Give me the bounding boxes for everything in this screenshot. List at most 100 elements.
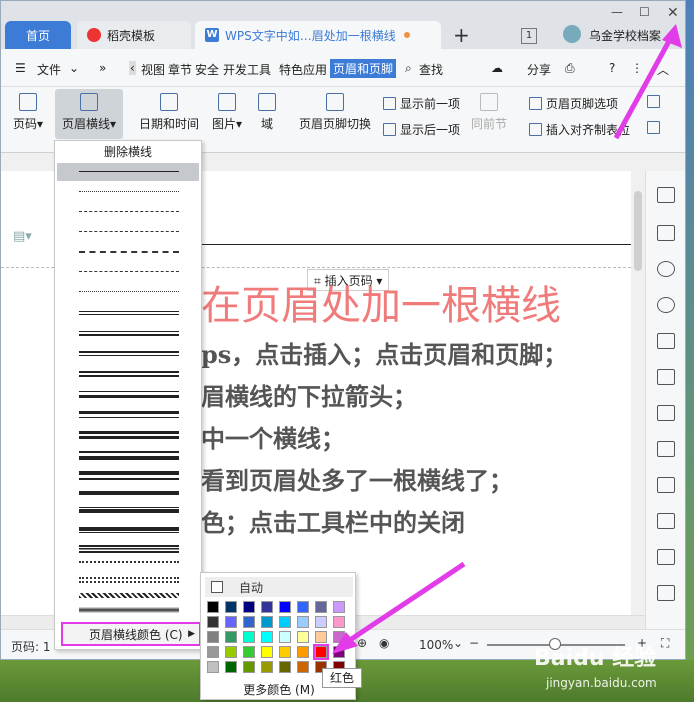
line-style-hatched[interactable] bbox=[79, 593, 179, 598]
line-style-emboss[interactable] bbox=[79, 607, 179, 613]
vertical-scroll-thumb[interactable] bbox=[634, 191, 642, 271]
menu-special[interactable]: 特色应用 bbox=[279, 61, 327, 78]
line-style-dashed-long[interactable] bbox=[79, 251, 179, 253]
line-style-double-thick[interactable] bbox=[79, 371, 179, 377]
location-icon[interactable] bbox=[657, 261, 675, 277]
fill-icon[interactable] bbox=[657, 333, 675, 349]
color-swatch[interactable] bbox=[225, 661, 237, 673]
same-as-previous-button[interactable]: 同前节 bbox=[471, 93, 507, 132]
maximize-icon[interactable]: ☐ bbox=[639, 5, 650, 19]
color-swatch[interactable] bbox=[279, 631, 291, 643]
window-count-badge[interactable]: 1 bbox=[521, 28, 537, 44]
header-line-button[interactable]: 页眉横线▾ bbox=[55, 89, 123, 139]
color-swatch[interactable] bbox=[279, 661, 291, 673]
translate-icon[interactable] bbox=[657, 585, 675, 601]
menu-developer[interactable]: 开发工具 bbox=[223, 61, 271, 78]
line-style-thin-thick[interactable] bbox=[79, 331, 179, 336]
line-style-thin-thicker[interactable] bbox=[79, 391, 179, 398]
document-outline-icon[interactable]: ▤▾ bbox=[13, 229, 32, 244]
scroll-left-icon[interactable]: ‹ bbox=[129, 61, 136, 75]
chevron-down-icon[interactable]: ⌄ bbox=[69, 61, 79, 75]
line-style-thin-bold[interactable] bbox=[79, 507, 179, 513]
field-button[interactable]: 域 bbox=[253, 93, 281, 132]
fullscreen-icon[interactable]: ⛶ bbox=[661, 636, 669, 651]
line-style-bold-thin[interactable] bbox=[79, 527, 179, 533]
color-swatch[interactable] bbox=[225, 616, 237, 628]
color-swatch[interactable] bbox=[243, 661, 255, 673]
menu-file[interactable]: 文件 bbox=[37, 61, 61, 78]
color-swatch[interactable] bbox=[207, 646, 219, 658]
line-style-thick[interactable] bbox=[79, 491, 179, 495]
line-style-dashed-fine[interactable] bbox=[79, 211, 179, 212]
line-style-triple-a[interactable] bbox=[79, 451, 179, 460]
table-icon[interactable] bbox=[657, 369, 675, 385]
line-style-triple[interactable] bbox=[79, 545, 179, 553]
color-swatch[interactable] bbox=[279, 646, 291, 658]
color-swatch[interactable] bbox=[243, 616, 255, 628]
color-swatch[interactable] bbox=[297, 601, 309, 613]
menu-view[interactable]: 视图 bbox=[141, 61, 165, 78]
minimize-icon[interactable]: — bbox=[611, 5, 623, 19]
cursor-icon[interactable] bbox=[657, 225, 675, 241]
page-number-button[interactable]: 页码▾ bbox=[11, 93, 45, 132]
color-swatch[interactable] bbox=[297, 661, 309, 673]
chart-icon[interactable] bbox=[657, 441, 675, 457]
share-icon[interactable] bbox=[657, 549, 675, 565]
sliders-icon[interactable] bbox=[657, 477, 675, 493]
image-icon[interactable] bbox=[657, 513, 675, 529]
date-time-button[interactable]: 日期和时间 bbox=[137, 93, 201, 132]
new-tab-plus-icon[interactable]: + bbox=[453, 23, 470, 47]
line-style-double-wavy[interactable] bbox=[79, 577, 179, 583]
cloud-sync-icon[interactable]: ☁ bbox=[491, 61, 503, 75]
menu-chapter[interactable]: 章节 bbox=[168, 61, 192, 78]
menu-find[interactable]: 查找 bbox=[419, 61, 443, 78]
shapes-icon[interactable] bbox=[657, 297, 675, 313]
color-swatch[interactable] bbox=[207, 661, 219, 673]
line-style-dash-dot-dot[interactable] bbox=[79, 291, 179, 292]
header-line-color-item[interactable]: 页眉横线颜色 (C) ▶ bbox=[61, 622, 201, 646]
header-footer-switch-button[interactable]: 页眉页脚切换 bbox=[297, 93, 373, 132]
color-swatch[interactable] bbox=[261, 631, 273, 643]
avatar[interactable] bbox=[563, 25, 581, 43]
tab-document[interactable]: W WPS文字中如…眉处加一根横线 bbox=[195, 21, 441, 49]
show-previous-button[interactable]: 显示前一项 bbox=[383, 95, 460, 112]
line-style-double[interactable] bbox=[79, 311, 179, 315]
color-swatch[interactable] bbox=[207, 601, 219, 613]
color-swatch[interactable] bbox=[279, 601, 291, 613]
tab-daoke-templates[interactable]: 稻壳模板 bbox=[77, 21, 191, 49]
color-swatch[interactable] bbox=[261, 601, 273, 613]
more-double-chevron-icon[interactable]: » bbox=[99, 61, 106, 75]
pen-icon[interactable] bbox=[657, 187, 675, 203]
menu-header-footer[interactable]: 页眉和页脚 bbox=[330, 59, 397, 78]
delete-line-item[interactable]: 删除横线 bbox=[55, 143, 201, 161]
line-style-dash-dot[interactable] bbox=[79, 271, 179, 272]
line-style-dashed[interactable] bbox=[79, 231, 179, 232]
color-swatch[interactable] bbox=[261, 661, 273, 673]
line-style-thick-thin[interactable] bbox=[79, 351, 179, 356]
color-swatch[interactable] bbox=[243, 601, 255, 613]
picture-button[interactable]: 图片▾ bbox=[207, 93, 247, 132]
tab-home[interactable]: 首页 bbox=[5, 21, 71, 49]
color-swatch[interactable] bbox=[297, 631, 309, 643]
line-style-selected[interactable] bbox=[57, 163, 199, 181]
line-style-wavy[interactable] bbox=[79, 561, 179, 567]
show-next-button[interactable]: 显示后一项 bbox=[383, 121, 460, 138]
color-swatch[interactable] bbox=[225, 646, 237, 658]
color-swatch[interactable] bbox=[243, 646, 255, 658]
color-swatch[interactable] bbox=[261, 646, 273, 658]
color-swatch[interactable] bbox=[297, 616, 309, 628]
search-icon[interactable]: ⌕ bbox=[405, 61, 412, 76]
print-icon[interactable]: ⎙ bbox=[565, 61, 575, 76]
color-swatch[interactable] bbox=[297, 646, 309, 658]
line-style-thicker-thin[interactable] bbox=[79, 411, 179, 418]
line-style-dotted[interactable] bbox=[79, 191, 179, 192]
color-swatch[interactable] bbox=[225, 601, 237, 613]
color-swatch[interactable] bbox=[207, 616, 219, 628]
color-swatch[interactable] bbox=[243, 631, 255, 643]
color-swatch[interactable] bbox=[207, 631, 219, 643]
color-swatch[interactable] bbox=[261, 616, 273, 628]
menu-security[interactable]: 安全 bbox=[195, 61, 219, 78]
grid-icon[interactable] bbox=[657, 405, 675, 421]
color-swatch[interactable] bbox=[225, 631, 237, 643]
line-style-double-thicker[interactable] bbox=[79, 431, 179, 439]
